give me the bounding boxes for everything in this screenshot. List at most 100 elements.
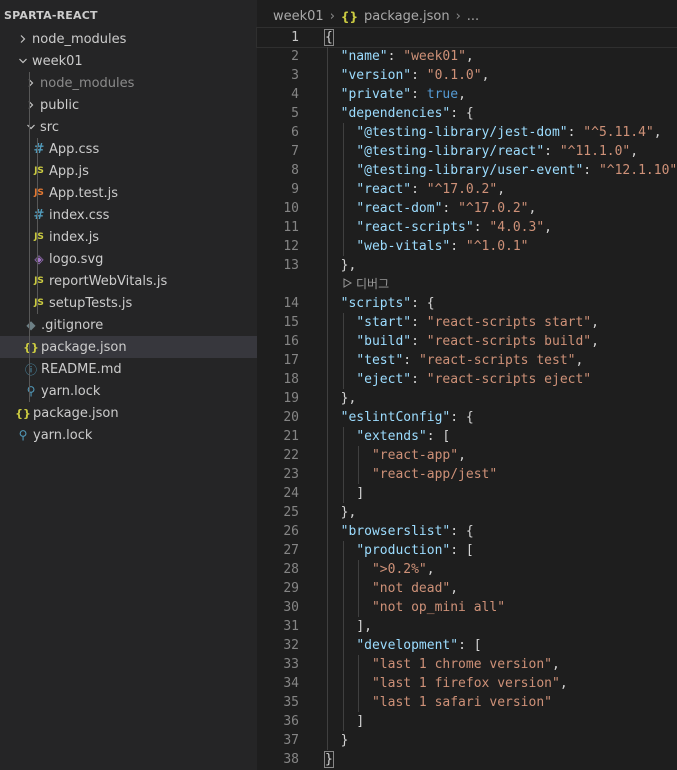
code-text: "eslintConfig": { bbox=[325, 408, 474, 427]
code-line[interactable]: 23 "react-app/jest" bbox=[257, 465, 677, 484]
line-number: 2 bbox=[291, 49, 299, 64]
code-line[interactable]: 1{ bbox=[256, 27, 677, 48]
breadcrumb-separator-icon: › bbox=[455, 9, 461, 24]
code-token: , bbox=[653, 125, 662, 140]
code-token: "last 1 chrome version" bbox=[371, 657, 552, 672]
code-token: "react-scripts" bbox=[356, 220, 474, 235]
code-line[interactable]: 3 "version": "0.1.0", bbox=[257, 66, 677, 85]
code-text: ] bbox=[325, 484, 364, 503]
code-line[interactable]: 7 "@testing-library/react": "^11.1.0", bbox=[257, 142, 677, 161]
code-line[interactable]: 28 ">0.2%", bbox=[257, 560, 677, 579]
breadcrumb-folder[interactable]: week01 bbox=[273, 9, 324, 24]
explorer-folder[interactable]: public bbox=[0, 94, 257, 116]
code-text: "last 1 firefox version", bbox=[325, 674, 568, 693]
explorer-file[interactable]: JS reportWebVitals.js bbox=[0, 270, 257, 292]
code-line[interactable]: 37 } bbox=[257, 731, 677, 750]
explorer-file[interactable]: JS index.js bbox=[0, 226, 257, 248]
code-line[interactable]: 17 "test": "react-scripts test", bbox=[257, 351, 677, 370]
code-line[interactable]: 14 "scripts": { bbox=[257, 294, 677, 313]
code-token: "react-scripts eject" bbox=[426, 372, 592, 387]
code-line[interactable]: 21 "extends": [ bbox=[257, 427, 677, 446]
code-token: { bbox=[324, 29, 334, 46]
explorer-folder[interactable]: node_modules bbox=[0, 28, 257, 50]
code-line[interactable]: 13 }, bbox=[257, 256, 677, 275]
code-line[interactable]: 10 "react-dom": "^17.0.2", bbox=[257, 199, 677, 218]
code-line[interactable]: 20 "eslintConfig": { bbox=[257, 408, 677, 427]
code-line[interactable]: 24 ] bbox=[257, 484, 677, 503]
code-text: "@testing-library/react": "^11.1.0", bbox=[325, 142, 638, 161]
code-line[interactable]: 30 "not op_mini all" bbox=[257, 598, 677, 617]
code-line[interactable]: 32 "development": [ bbox=[257, 636, 677, 655]
explorer-file[interactable]: ⚲ yarn.lock bbox=[0, 424, 257, 446]
line-number: 9 bbox=[291, 182, 299, 197]
code-line[interactable]: 38} bbox=[257, 750, 677, 769]
code-line[interactable]: 31 ], bbox=[257, 617, 677, 636]
code-token: "browserslist" bbox=[340, 524, 451, 539]
tree-item-label: week01 bbox=[32, 53, 83, 69]
line-number: 18 bbox=[283, 372, 299, 387]
code-token: , bbox=[544, 220, 552, 235]
code-line[interactable]: 6 "@testing-library/jest-dom": "^5.11.4"… bbox=[257, 123, 677, 142]
explorer-file[interactable]: ◈ logo.svg bbox=[0, 248, 257, 270]
explorer-file[interactable]: JS setupTests.js bbox=[0, 292, 257, 314]
code-line[interactable]: 18 "eject": "react-scripts eject" bbox=[257, 370, 677, 389]
code-text: "build": "react-scripts build", bbox=[325, 332, 599, 351]
code-token: "^1.0.1" bbox=[465, 239, 529, 254]
editor-pane[interactable]: week01 › {} package.json › ... 1{2 "name… bbox=[256, 0, 677, 770]
code-text: } bbox=[324, 750, 334, 769]
code-line[interactable]: 8 "@testing-library/user-event": "^12.1.… bbox=[257, 161, 677, 180]
explorer-folder[interactable]: src bbox=[0, 116, 257, 138]
info-file-icon: ⓘ bbox=[24, 362, 37, 377]
code-token: , bbox=[426, 562, 435, 577]
explorer-root-label[interactable]: SPARTA-REACT bbox=[4, 9, 98, 22]
code-line[interactable]: 22 "react-app", bbox=[257, 446, 677, 465]
line-number: 13 bbox=[283, 258, 299, 273]
code-line[interactable]: 29 "not dead", bbox=[257, 579, 677, 598]
tree-item-label: .gitignore bbox=[41, 317, 104, 333]
code-line[interactable]: 11 "react-scripts": "4.0.3", bbox=[257, 218, 677, 237]
js-file-icon: JS bbox=[34, 232, 44, 242]
code-text: }, bbox=[325, 503, 357, 522]
code-line[interactable]: 9 "react": "^17.0.2", bbox=[257, 180, 677, 199]
code-token: ] bbox=[356, 486, 365, 501]
code-text: "react-dom": "^17.0.2", bbox=[325, 199, 536, 218]
explorer-file[interactable]: {} package.json bbox=[0, 336, 257, 358]
explorer-file[interactable]: JS App.test.js bbox=[0, 182, 257, 204]
indent-guide bbox=[342, 541, 344, 731]
code-line[interactable]: 35 "last 1 safari version" bbox=[257, 693, 677, 712]
code-line[interactable]: 27 "production": [ bbox=[257, 541, 677, 560]
code-line[interactable]: 4 "private": true, bbox=[257, 85, 677, 104]
code-line[interactable]: 33 "last 1 chrome version", bbox=[257, 655, 677, 674]
code-line[interactable]: 34 "last 1 firefox version", bbox=[257, 674, 677, 693]
breadcrumb-file[interactable]: package.json bbox=[364, 9, 450, 24]
code-line[interactable]: 5 "dependencies": { bbox=[257, 104, 677, 123]
code-text: "@testing-library/user-event": "^12.1.10… bbox=[325, 161, 677, 180]
code-line[interactable]: 12 "web-vitals": "^1.0.1" bbox=[257, 237, 677, 256]
explorer-file[interactable]: {} package.json bbox=[0, 402, 257, 424]
explorer-file[interactable]: ⓘ README.md bbox=[0, 358, 257, 380]
indent-guide bbox=[342, 123, 344, 256]
explorer-file[interactable]: ⚲ yarn.lock bbox=[0, 380, 257, 402]
explorer-folder[interactable]: week01 bbox=[0, 50, 257, 72]
code-token: : { bbox=[450, 410, 474, 425]
code-line[interactable]: 2 "name": "week01", bbox=[257, 47, 677, 66]
code-text: ], bbox=[325, 617, 372, 636]
code-line[interactable]: 25 }, bbox=[257, 503, 677, 522]
breadcrumb-more[interactable]: ... bbox=[467, 9, 479, 24]
code-line[interactable]: 19 }, bbox=[257, 389, 677, 408]
code-line[interactable]: 26 "browserslist": { bbox=[257, 522, 677, 541]
code-line[interactable]: 36 ] bbox=[257, 712, 677, 731]
code-token: "not dead" bbox=[371, 581, 451, 596]
code-text: ">0.2%", bbox=[325, 560, 435, 579]
code-token: "private" bbox=[340, 87, 412, 102]
explorer-folder[interactable]: node_modules bbox=[0, 72, 257, 94]
indent-guide bbox=[342, 427, 344, 503]
code-token: "not op_mini all" bbox=[371, 600, 506, 615]
explorer-file[interactable]: JS App.js bbox=[0, 160, 257, 182]
code-line[interactable]: 16 "build": "react-scripts build", bbox=[257, 332, 677, 351]
codelens-debug[interactable]: 디버그 bbox=[343, 275, 389, 292]
explorer-file[interactable]: # App.css bbox=[0, 138, 257, 160]
explorer-file[interactable]: # index.css bbox=[0, 204, 257, 226]
code-line[interactable]: 15 "start": "react-scripts start", bbox=[257, 313, 677, 332]
explorer-file[interactable]: ◆ .gitignore bbox=[0, 314, 257, 336]
